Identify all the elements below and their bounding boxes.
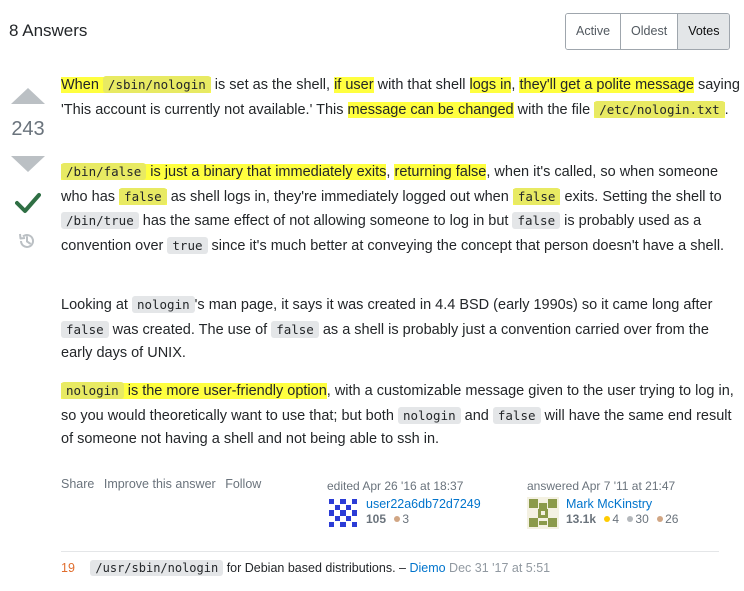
text-run: returning false <box>394 164 487 180</box>
text-run: they'll get a polite message <box>519 77 694 93</box>
edited-timestamp-link[interactable]: edited Apr 26 '16 at 18:37 <box>327 479 517 493</box>
highlighted-text: /etc/nologin.txt <box>594 100 725 118</box>
editor-user-name[interactable]: user22a6db72d7249 <box>366 497 481 512</box>
text-run: is set as the shell, <box>210 77 335 93</box>
edited-timestamp-text[interactable]: edited Apr 26 '16 at 18:37 <box>327 479 463 493</box>
answers-header: 8 Answers Active Oldest Votes <box>0 0 744 60</box>
vote-count: 243 <box>11 118 45 140</box>
inline-code: false <box>271 320 319 338</box>
text-run: message can be changed <box>347 101 514 118</box>
inline-code: /bin/false <box>61 163 147 180</box>
highlighted-text: is the more user-friendly option <box>123 383 327 399</box>
inline-code: /etc/nologin.txt <box>594 100 725 118</box>
history-icon[interactable] <box>17 231 37 251</box>
answered-timestamp-text[interactable]: answered Apr 7 '11 at 21:47 <box>527 479 675 493</box>
author-gold-count: 4 <box>612 512 620 526</box>
author-user-name[interactable]: Mark McKinstry <box>566 497 678 512</box>
improve-answer-link[interactable]: Improve this answer <box>104 477 216 491</box>
author-silver-count: 30 <box>635 512 649 526</box>
author-reputation: 13.1k <box>566 512 597 526</box>
gold-badge-icon <box>604 516 611 523</box>
inline-code: /bin/true <box>61 212 139 229</box>
text-run: . <box>724 101 729 118</box>
follow-link[interactable]: Follow <box>225 477 261 491</box>
inline-code: false <box>512 212 561 229</box>
comment-user-link[interactable]: Diemo <box>409 561 445 575</box>
comment-text: for Debian based distributions. – <box>223 561 410 575</box>
downvote-arrow-icon[interactable] <box>11 156 45 172</box>
text-run: exits. Setting the shell to <box>560 188 722 205</box>
comment-score: 19 <box>61 561 75 575</box>
comment-code: /usr/sbin/nologin <box>90 560 224 576</box>
bronze-badge-icon <box>657 516 664 523</box>
text-run: since it's much better at conveying the … <box>207 237 725 254</box>
answers-count-title: 8 Answers <box>9 21 88 40</box>
inline-code: false <box>119 187 167 205</box>
upvote-arrow-icon[interactable] <box>11 88 45 104</box>
inline-code: nologin <box>397 406 461 424</box>
text-run: with the file <box>513 101 595 118</box>
text-run: logs in <box>469 77 512 93</box>
highlighted-text: /bin/false <box>61 163 147 180</box>
text-run: if user <box>334 77 374 93</box>
editor-bronze-count: 3 <box>402 512 410 526</box>
answered-timestamp-link[interactable]: answered Apr 7 '11 at 21:47 <box>527 479 717 493</box>
inline-code: false <box>61 320 109 338</box>
comment-row: 19 /usr/sbin/nologin for Debian based di… <box>61 560 550 576</box>
inline-code: false <box>512 187 561 205</box>
post-menu: Share Improve this answer Follow <box>61 477 267 491</box>
text-run: Looking at <box>61 297 132 313</box>
sort-tabs: Active Oldest Votes <box>565 13 731 50</box>
inline-code: nologin <box>131 296 195 313</box>
answer-paragraph-2: /bin/false is just a binary that immedia… <box>61 160 741 258</box>
inline-code: nologin <box>61 382 124 399</box>
comment-date[interactable]: Dec 31 '17 at 5:51 <box>446 561 550 575</box>
silver-badge-icon <box>627 516 634 523</box>
answer-paragraph-1: When /sbin/nologin is set as the shell, … <box>61 73 741 122</box>
inline-code: true <box>167 236 208 254</box>
highlighted-text: false <box>119 187 167 205</box>
highlighted-text: /sbin/nologin <box>102 76 211 93</box>
author-user-card: Mark McKinstry 13.1k 4 30 26 <box>527 497 717 529</box>
bronze-badge-icon <box>394 516 401 523</box>
highlighted-text: returning false <box>394 164 487 180</box>
text-run: with that shell <box>373 77 470 93</box>
editor-reputation: 105 <box>366 512 387 526</box>
sort-tab-votes[interactable]: Votes <box>678 14 730 49</box>
text-run: is just a binary that immediately exits <box>146 164 387 180</box>
sort-tab-oldest[interactable]: Oldest <box>621 14 679 49</box>
highlighted-text: When <box>61 77 103 93</box>
highlighted-text: they'll get a polite message <box>519 77 694 93</box>
share-link[interactable]: Share <box>61 477 94 491</box>
author-bronze-count: 26 <box>665 512 679 526</box>
inline-code: false <box>492 406 541 424</box>
highlighted-text: is just a binary that immediately exits <box>146 164 387 180</box>
inline-code: /sbin/nologin <box>102 76 211 93</box>
text-run: is the more user-friendly option <box>123 383 327 399</box>
text-run: 's man page, it says it was created in 4… <box>194 297 713 313</box>
text-run: has the same effect of not allowing some… <box>138 213 513 229</box>
text-run: and <box>460 407 493 424</box>
text-run: as shell logs in, they're immediately lo… <box>166 188 513 205</box>
edited-signature: edited Apr 26 '16 at 18:37 user22a6db72d… <box>327 479 517 529</box>
sort-tab-active[interactable]: Active <box>566 14 622 49</box>
author-avatar[interactable] <box>527 497 559 529</box>
comment-divider <box>61 551 719 552</box>
highlighted-text: if user <box>334 77 374 93</box>
highlighted-text: message can be changed <box>347 101 514 118</box>
answer-paragraph-3: Looking at nologin's man page, it says i… <box>61 293 741 366</box>
text-run: was created. The use of <box>108 321 272 338</box>
highlighted-text: nologin <box>61 382 124 399</box>
editor-user-card: user22a6db72d7249 105 3 <box>327 497 517 529</box>
accepted-checkmark-icon <box>15 193 41 213</box>
highlighted-text: logs in <box>469 77 512 93</box>
highlighted-text: false <box>512 187 561 205</box>
answer-paragraph-4: nologin is the more user-friendly option… <box>61 379 741 452</box>
answered-signature: answered Apr 7 '11 at 21:47 Mark McKinst… <box>527 479 717 529</box>
editor-avatar[interactable] <box>327 497 359 529</box>
text-run: When <box>61 77 103 93</box>
